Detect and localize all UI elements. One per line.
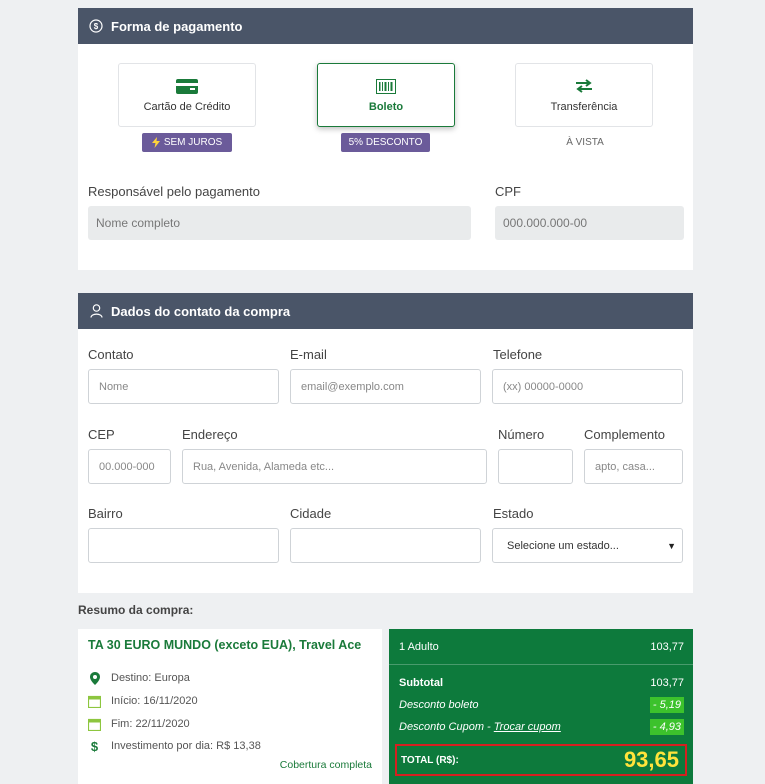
estado-label: Estado — [493, 506, 534, 521]
telefone-label: Telefone — [493, 347, 543, 362]
total-value: 93,65 — [623, 747, 679, 772]
summary-title: Resumo da compra: — [78, 603, 194, 617]
sem-juros-badge: SEM JUROS — [142, 133, 232, 152]
sem-juros-text: SEM JUROS — [163, 137, 223, 148]
lightning-icon — [151, 137, 160, 148]
barcode-icon — [376, 77, 396, 95]
cpf-label: CPF — [495, 184, 521, 199]
payment-option-transfer[interactable]: Transferência — [515, 63, 653, 127]
investimento-row: $ Investimento por dia: R$ 13,38 — [88, 738, 261, 754]
adult-label: 1 Adulto — [399, 641, 439, 653]
endereco-input[interactable]: Rua, Avenida, Alameda etc... — [182, 449, 487, 484]
dollar-icon: $ — [90, 738, 99, 754]
telefone-input[interactable]: (xx) 00000-0000 — [492, 369, 683, 404]
transfer-label: Transferência — [550, 101, 618, 113]
payment-section: $ Forma de pagamento Cartão de Crédito B… — [78, 8, 693, 270]
bairro-label: Bairro — [88, 506, 123, 521]
contact-section: Dados do contato da compra Contato Nome … — [78, 293, 693, 593]
calendar-icon — [88, 694, 101, 708]
totals-panel: 1 Adulto 103,77 Subtotal 103,77 Desconto… — [389, 629, 693, 784]
trocar-cupom-link[interactable]: Trocar cupom — [494, 721, 561, 733]
boleto-discount-row: Desconto boleto - 5,19 — [399, 697, 684, 713]
subtotal-row: Subtotal 103,77 — [399, 677, 684, 689]
credit-card-label: Cartão de Crédito — [143, 101, 231, 113]
contato-input[interactable]: Nome — [88, 369, 279, 404]
product-title: TA 30 EURO MUNDO (exceto EUA), Travel Ac… — [88, 638, 362, 652]
payment-option-credit-card[interactable]: Cartão de Crédito — [118, 63, 256, 127]
contact-header: Dados do contato da compra — [78, 293, 693, 329]
complemento-input[interactable]: apto, casa... — [584, 449, 683, 484]
a-vista-badge: À VISTA — [548, 133, 622, 152]
cidade-label: Cidade — [290, 506, 332, 521]
investimento-text: Investimento por dia: R$ 13,38 — [111, 740, 261, 752]
divider — [389, 664, 693, 665]
cupom-discount-value: - 4,93 — [649, 719, 684, 735]
subtotal-label: Subtotal — [399, 677, 443, 689]
estado-select-value: Selecione um estado... — [507, 539, 619, 552]
adult-row: 1 Adulto 103,77 — [399, 641, 684, 653]
chevron-down-icon: ▼ — [667, 540, 676, 551]
numero-input[interactable] — [498, 449, 573, 484]
boleto-discount-value: - 5,19 — [649, 697, 684, 713]
svg-text:$: $ — [94, 22, 99, 31]
cep-label: CEP — [88, 427, 115, 442]
fim-row: Fim: 22/11/2020 — [88, 717, 190, 731]
numero-label: Número — [498, 427, 545, 442]
transfer-arrows-icon — [574, 77, 594, 95]
responsible-name-input[interactable]: Nome completo — [88, 206, 471, 240]
user-icon — [88, 303, 104, 319]
calendar-icon — [88, 717, 101, 731]
coverage-link[interactable]: Cobertura completa — [280, 759, 372, 771]
dollar-circle-icon: $ — [88, 18, 104, 34]
payment-header: $ Forma de pagamento — [78, 8, 693, 44]
cidade-input[interactable] — [290, 528, 481, 563]
boleto-discount-label: Desconto boleto — [399, 699, 479, 711]
responsible-label: Responsável pelo pagamento — [88, 184, 261, 199]
estado-select[interactable]: Selecione um estado... ▼ — [492, 528, 683, 563]
boleto-label: Boleto — [368, 101, 404, 113]
endereco-label: Endereço — [182, 427, 238, 442]
adult-value: 103,77 — [650, 641, 684, 653]
destino-row: Destino: Europa — [88, 671, 190, 685]
email-label: E-mail — [290, 347, 327, 362]
trip-card: TA 30 EURO MUNDO (exceto EUA), Travel Ac… — [78, 629, 382, 784]
bairro-input[interactable] — [88, 528, 279, 563]
email-input[interactable]: email@exemplo.com — [290, 369, 481, 404]
subtotal-value: 103,77 — [650, 677, 684, 689]
desconto-badge: 5% DESCONTO — [341, 133, 430, 152]
inicio-text: Início: 16/11/2020 — [111, 695, 198, 707]
contato-label: Contato — [88, 347, 134, 362]
fim-text: Fim: 22/11/2020 — [111, 718, 190, 730]
contact-title: Dados do contato da compra — [111, 303, 291, 319]
cupom-discount-text: Desconto Cupom - Trocar cupom — [399, 721, 561, 733]
cupom-discount-label: Desconto Cupom - — [399, 721, 491, 733]
cep-input[interactable]: 00.000-000 — [88, 449, 171, 484]
payment-title: Forma de pagamento — [111, 18, 243, 34]
destino-text: Destino: Europa — [111, 672, 190, 684]
cpf-input[interactable]: 000.000.000-00 — [495, 206, 684, 240]
credit-card-icon — [176, 77, 198, 95]
cupom-discount-row: Desconto Cupom - Trocar cupom - 4,93 — [399, 719, 684, 735]
inicio-row: Início: 16/11/2020 — [88, 694, 198, 708]
a-vista-text: À VISTA — [566, 137, 604, 148]
total-label: TOTAL (R$): — [401, 754, 459, 766]
map-pin-icon — [88, 671, 101, 685]
complemento-label: Complemento — [584, 427, 665, 442]
desconto-text: 5% DESCONTO — [348, 137, 423, 148]
total-row: TOTAL (R$): 93,65 — [395, 744, 687, 776]
payment-option-boleto[interactable]: Boleto — [317, 63, 455, 127]
